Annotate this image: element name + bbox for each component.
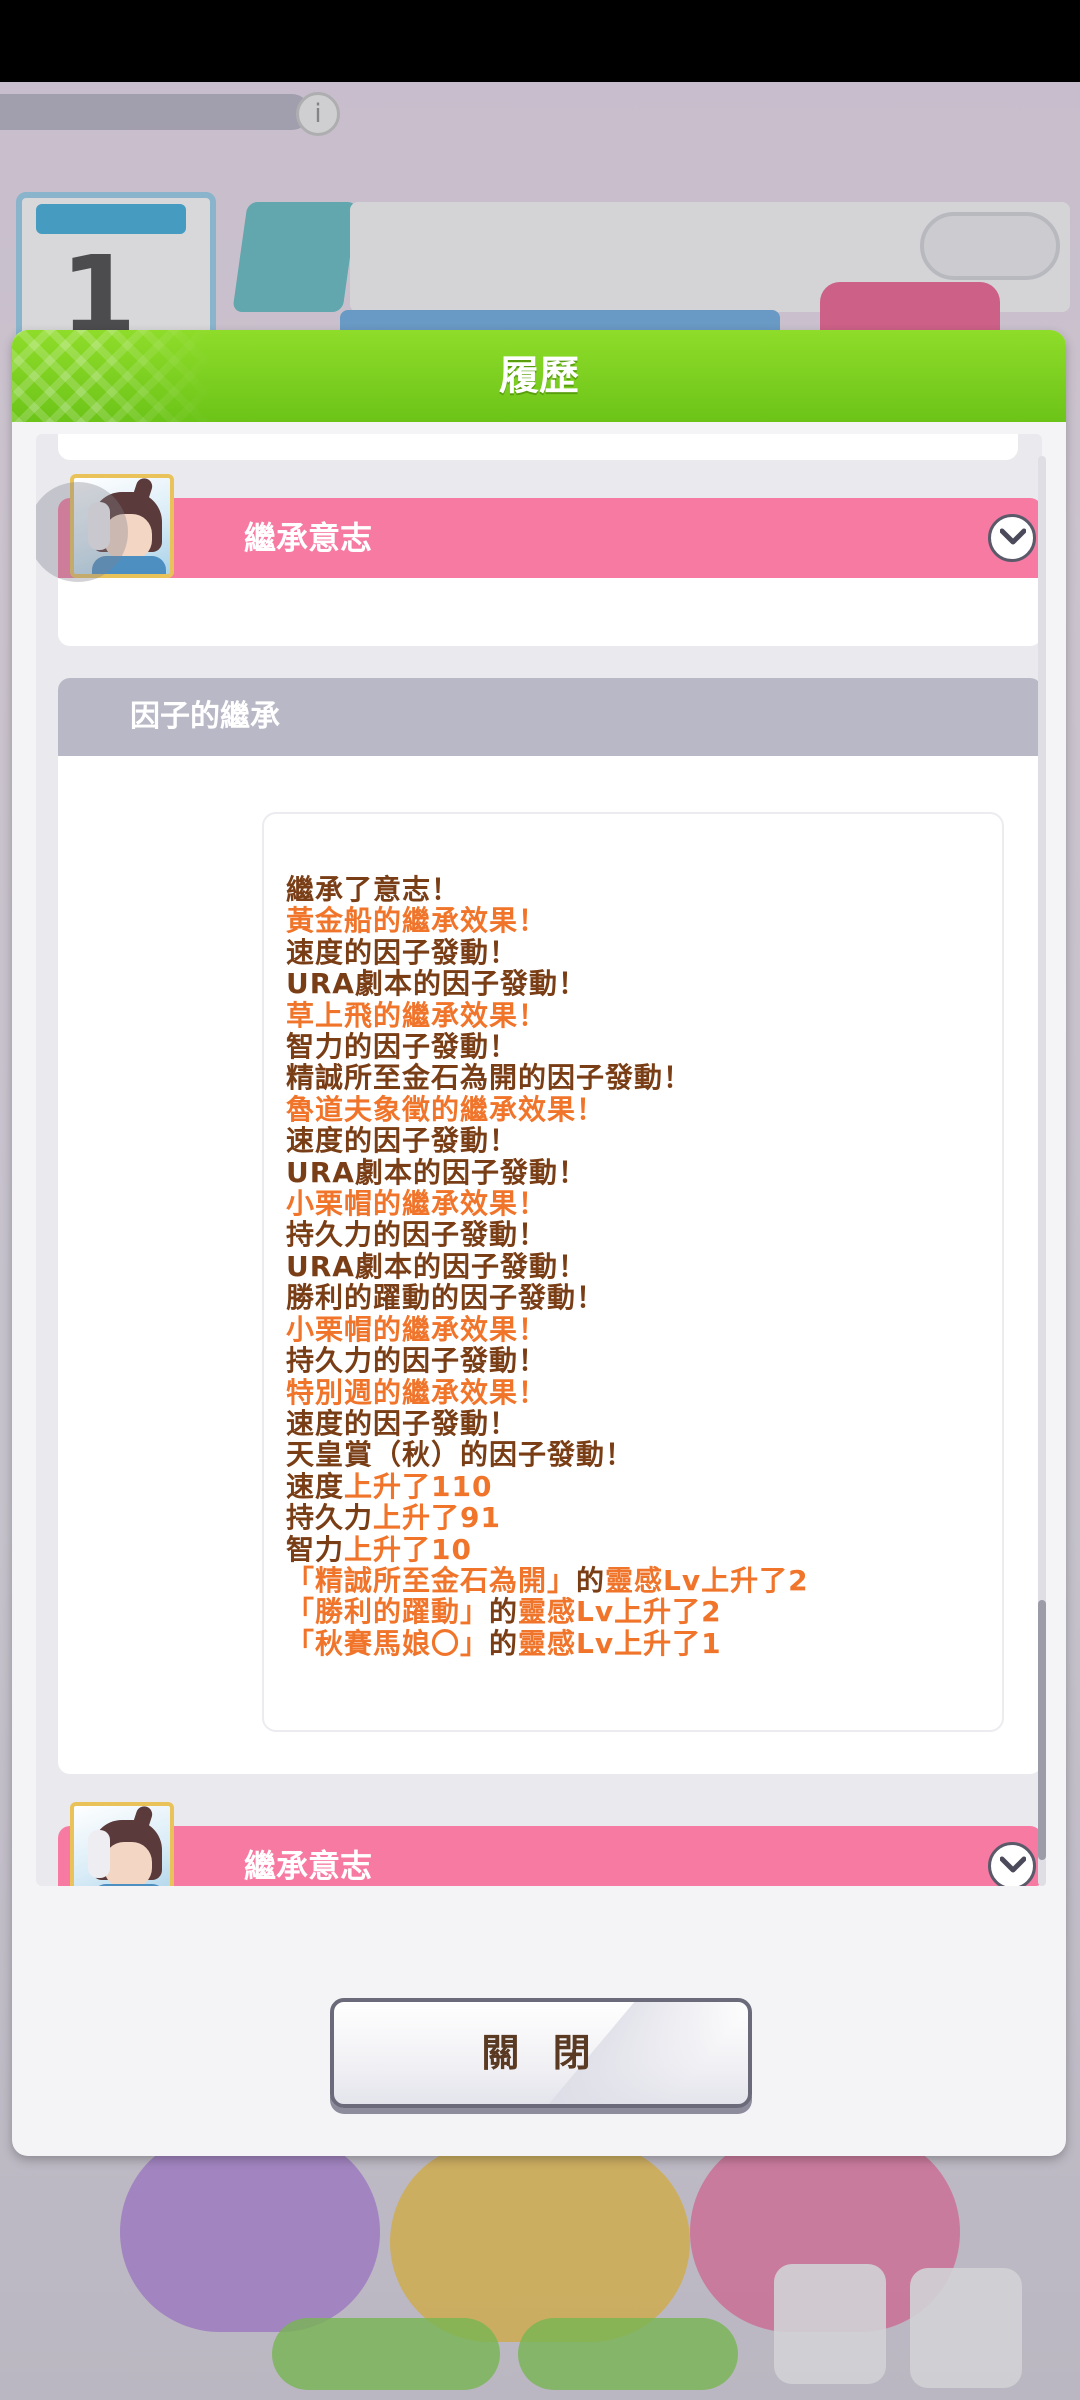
log-line: 精誠所至金石為開的因子發動！ <box>286 1061 693 1095</box>
log-line: 持久力的因子發動！ <box>286 1344 548 1378</box>
log-line: 小栗帽的繼承效果！ <box>286 1187 548 1221</box>
inherit-will-label: 繼承意志 <box>244 519 373 557</box>
log-line: 黃金船的繼承效果！ <box>286 904 548 938</box>
dialog-header: 履歷 <box>12 330 1066 422</box>
close-button-label: 關 閉 <box>481 2031 601 2075</box>
log-line: 速度的因子發動！ <box>286 1124 519 1158</box>
inherit-will-bar[interactable]: 繼承意志 <box>58 498 1042 578</box>
log-line: 小栗帽的繼承效果！ <box>286 1312 548 1346</box>
inherit-will-card-2: 繼承意志 <box>58 1826 1042 1886</box>
log-line: URA劇本的因子發動！ <box>286 1249 587 1283</box>
stat-line: 持久力上升了91 <box>286 1501 501 1535</box>
inherit-will-label: 繼承意志 <box>244 1847 373 1885</box>
log-line: URA劇本的因子發動！ <box>286 1155 587 1189</box>
scrollbar-thumb[interactable] <box>1038 1600 1046 1860</box>
close-button[interactable]: 關 閉 <box>330 1998 752 2108</box>
history-dialog: 履歷 繼承意志 因子的繼承 繼承了意志！ 黃金船的繼承效果！ 速度的因子發動！ URA… <box>12 330 1066 2156</box>
log-line: 勝利的躍動的因子發動！ <box>286 1281 606 1315</box>
history-scroll-list[interactable]: 繼承意志 因子的繼承 繼承了意志！ 黃金船的繼承效果！ 速度的因子發動！ URA劇本的… <box>36 434 1042 1886</box>
inherit-will-card-1: 繼承意志 <box>58 498 1042 646</box>
stat-line: 速度上升了110 <box>286 1469 493 1503</box>
dialog-title: 履歷 <box>499 353 579 399</box>
log-line: 智力的因子發動！ <box>286 1030 519 1064</box>
hint-line: 「精誠所至金石為開」的靈感Lv上升了2 <box>286 1563 809 1597</box>
log-line: 速度的因子發動！ <box>286 935 519 969</box>
log-line: URA劇本的因子發動！ <box>286 967 587 1001</box>
expand-chevron-button[interactable] <box>988 1842 1036 1886</box>
log-line: 天皇賞（秋）的因子發動！ <box>286 1438 635 1472</box>
log-line: 速度的因子發動！ <box>286 1406 519 1440</box>
hint-line: 「勝利的躍動」的靈感Lv上升了2 <box>286 1595 722 1629</box>
status-bar <box>0 0 1080 82</box>
factor-section-label: 因子的繼承 <box>130 699 280 734</box>
log-line: 草上飛的繼承效果！ <box>286 998 548 1032</box>
hint-line: 「秋賽馬娘〇」的靈感Lv上升了1 <box>286 1626 722 1660</box>
log-line: 魯道夫象徵的繼承效果！ <box>286 1092 606 1126</box>
expand-chevron-button[interactable] <box>988 514 1036 562</box>
stat-line: 智力上升了10 <box>286 1532 472 1566</box>
log-line: 持久力的因子發動！ <box>286 1218 548 1252</box>
inherit-will-bar[interactable]: 繼承意志 <box>58 1826 1042 1886</box>
chevron-down-icon <box>1000 1856 1026 1873</box>
log-line: 特別週的繼承效果！ <box>286 1375 548 1409</box>
previous-entry-bottom <box>58 434 1018 460</box>
log-lines: 繼承了意志！ 黃金船的繼承效果！ 速度的因子發動！ URA劇本的因子發動！ 草上飛的繼承… <box>286 874 809 1659</box>
factor-section-header: 因子的繼承 <box>58 678 1042 756</box>
factor-inheritance-card: 因子的繼承 繼承了意志！ 黃金船的繼承效果！ 速度的因子發動！ URA劇本的因子發動！… <box>58 678 1042 1774</box>
inheritance-log-box: 繼承了意志！ 黃金船的繼承效果！ 速度的因子發動！ URA劇本的因子發動！ 草上飛的繼承… <box>262 812 1004 1732</box>
character-avatar <box>70 1802 174 1886</box>
chevron-down-icon <box>1000 528 1026 545</box>
log-line: 繼承了意志！ <box>286 873 461 906</box>
